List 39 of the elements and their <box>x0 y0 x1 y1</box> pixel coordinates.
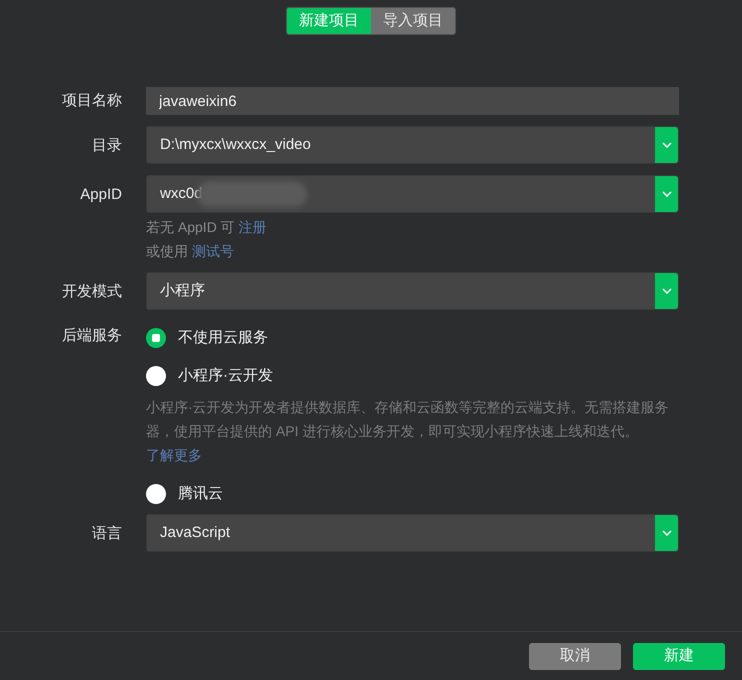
text-field[interactable]: javaweixin6 <box>146 87 679 115</box>
radio-label: 腾讯云 <box>178 484 223 504</box>
radio-label: 不使用云服务 <box>178 328 268 348</box>
dropdown-field[interactable]: D:\myxcx\wxxcx_video <box>146 126 679 164</box>
field-label: 目录 <box>92 137 122 154</box>
field-value: D:\myxcx\wxxcx_video <box>160 134 311 155</box>
description-text: 小程序·云开发为开发者提供数据库、存储和云函数等完整的云端支持。无需搭建服务器，使用平台提供的 API 进行核心业务开发，即可实现小程序快速上线和迭代。 了解更多 <box>146 398 670 465</box>
dropdown-field[interactable]: 小程序 <box>146 272 679 310</box>
radio-button[interactable] <box>146 484 166 504</box>
radio-label: 小程序·云开发 <box>178 366 273 386</box>
chevron-down-icon <box>662 191 672 197</box>
field-value: 小程序 <box>160 280 205 301</box>
hint-link[interactable]: 测试号 <box>192 243 234 259</box>
chevron-down-icon <box>662 288 672 294</box>
radio-button[interactable] <box>146 366 166 386</box>
hint-text: 若无 AppID 可 <box>146 219 235 235</box>
cancel-button[interactable]: 取消 <box>529 642 621 670</box>
field-label: 语言 <box>92 525 122 542</box>
field-value: wxc0d <box>160 184 203 204</box>
dropdown-field[interactable]: wxc0d <box>146 175 679 213</box>
tab[interactable]: 导入项目 <box>371 8 455 34</box>
hint-text: 或使用 <box>146 243 188 259</box>
dropdown-field[interactable]: JavaScript <box>146 514 679 552</box>
hint-link[interactable]: 注册 <box>238 219 267 235</box>
radio-button[interactable] <box>146 328 166 348</box>
field-label: 后端服务 <box>62 327 122 344</box>
chevron-down-icon <box>662 530 672 536</box>
field-label: 项目名称 <box>62 92 122 109</box>
create-button[interactable]: 新建 <box>633 642 725 670</box>
learn-more-link[interactable]: 了解更多 <box>146 447 202 463</box>
field-label: 开发模式 <box>62 283 122 300</box>
chevron-down-icon <box>662 142 672 148</box>
dropdown-button[interactable] <box>655 176 678 212</box>
dropdown-button[interactable] <box>655 515 678 551</box>
field-label: AppID <box>80 186 122 203</box>
dropdown-button[interactable] <box>655 273 678 309</box>
dropdown-button[interactable] <box>655 127 678 163</box>
field-value: JavaScript <box>160 522 230 543</box>
tab[interactable]: 新建项目 <box>287 8 371 34</box>
